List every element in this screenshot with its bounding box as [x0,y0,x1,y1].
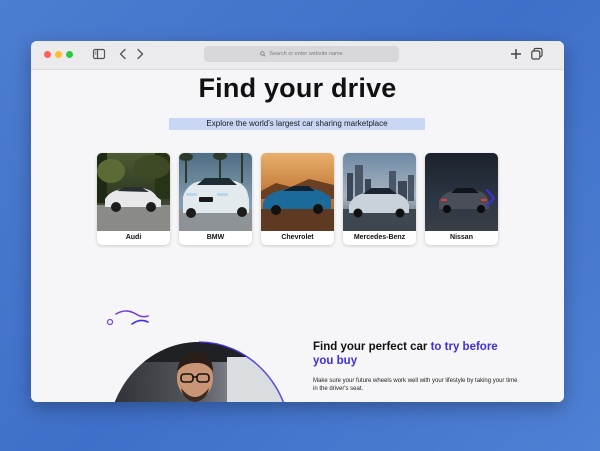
car-photo-bmw [179,153,252,231]
search-icon [260,51,266,57]
close-window-button[interactable] [44,51,51,58]
page-content: Find your drive Explore the world's larg… [31,70,564,402]
section-body-text: Make sure your future wheels work well w… [313,378,518,392]
minimize-window-button[interactable] [55,51,62,58]
sidebar-toggle-icon[interactable] [92,47,106,61]
car-card-audi[interactable]: Audi [97,153,170,245]
section-title-main: Find your perfect car [313,341,431,353]
section-title: Find your perfect car to try before you … [313,340,513,368]
driver-portrait-image [107,332,287,402]
back-arrow-icon[interactable] [116,47,130,61]
car-card-bmw[interactable]: BMW [179,153,252,245]
browser-window: Search or enter website name Find your d… [31,41,564,402]
carousel-next-arrow-icon[interactable] [483,188,497,208]
forward-arrow-icon[interactable] [133,47,147,61]
tab-overview-icon[interactable] [530,47,544,61]
address-bar-placeholder: Search or enter website name [269,51,343,57]
car-photo-chevrolet [261,153,334,231]
car-label-bmw: BMW [206,234,225,241]
car-label-nissan: Nissan [450,234,473,241]
new-tab-icon[interactable] [509,47,523,61]
car-card-mercedes-benz[interactable]: Mercedes-Benz [343,153,416,245]
maximize-window-button[interactable] [66,51,73,58]
car-label-audi: Audi [125,234,142,241]
car-label-mercedes-benz: Mercedes-Benz [353,234,406,241]
car-card-chevrolet[interactable]: Chevrolet [261,153,334,245]
hero-subtitle: Explore the world's largest car sharing … [169,118,425,130]
address-bar[interactable]: Search or enter website name [204,46,399,62]
hero-title: Find your drive [198,73,397,103]
car-photo-audi [97,153,170,231]
car-label-chevrolet: Chevrolet [281,234,314,241]
browser-titlebar: Search or enter website name [31,41,564,70]
car-photo-mercedes-benz [343,153,416,231]
